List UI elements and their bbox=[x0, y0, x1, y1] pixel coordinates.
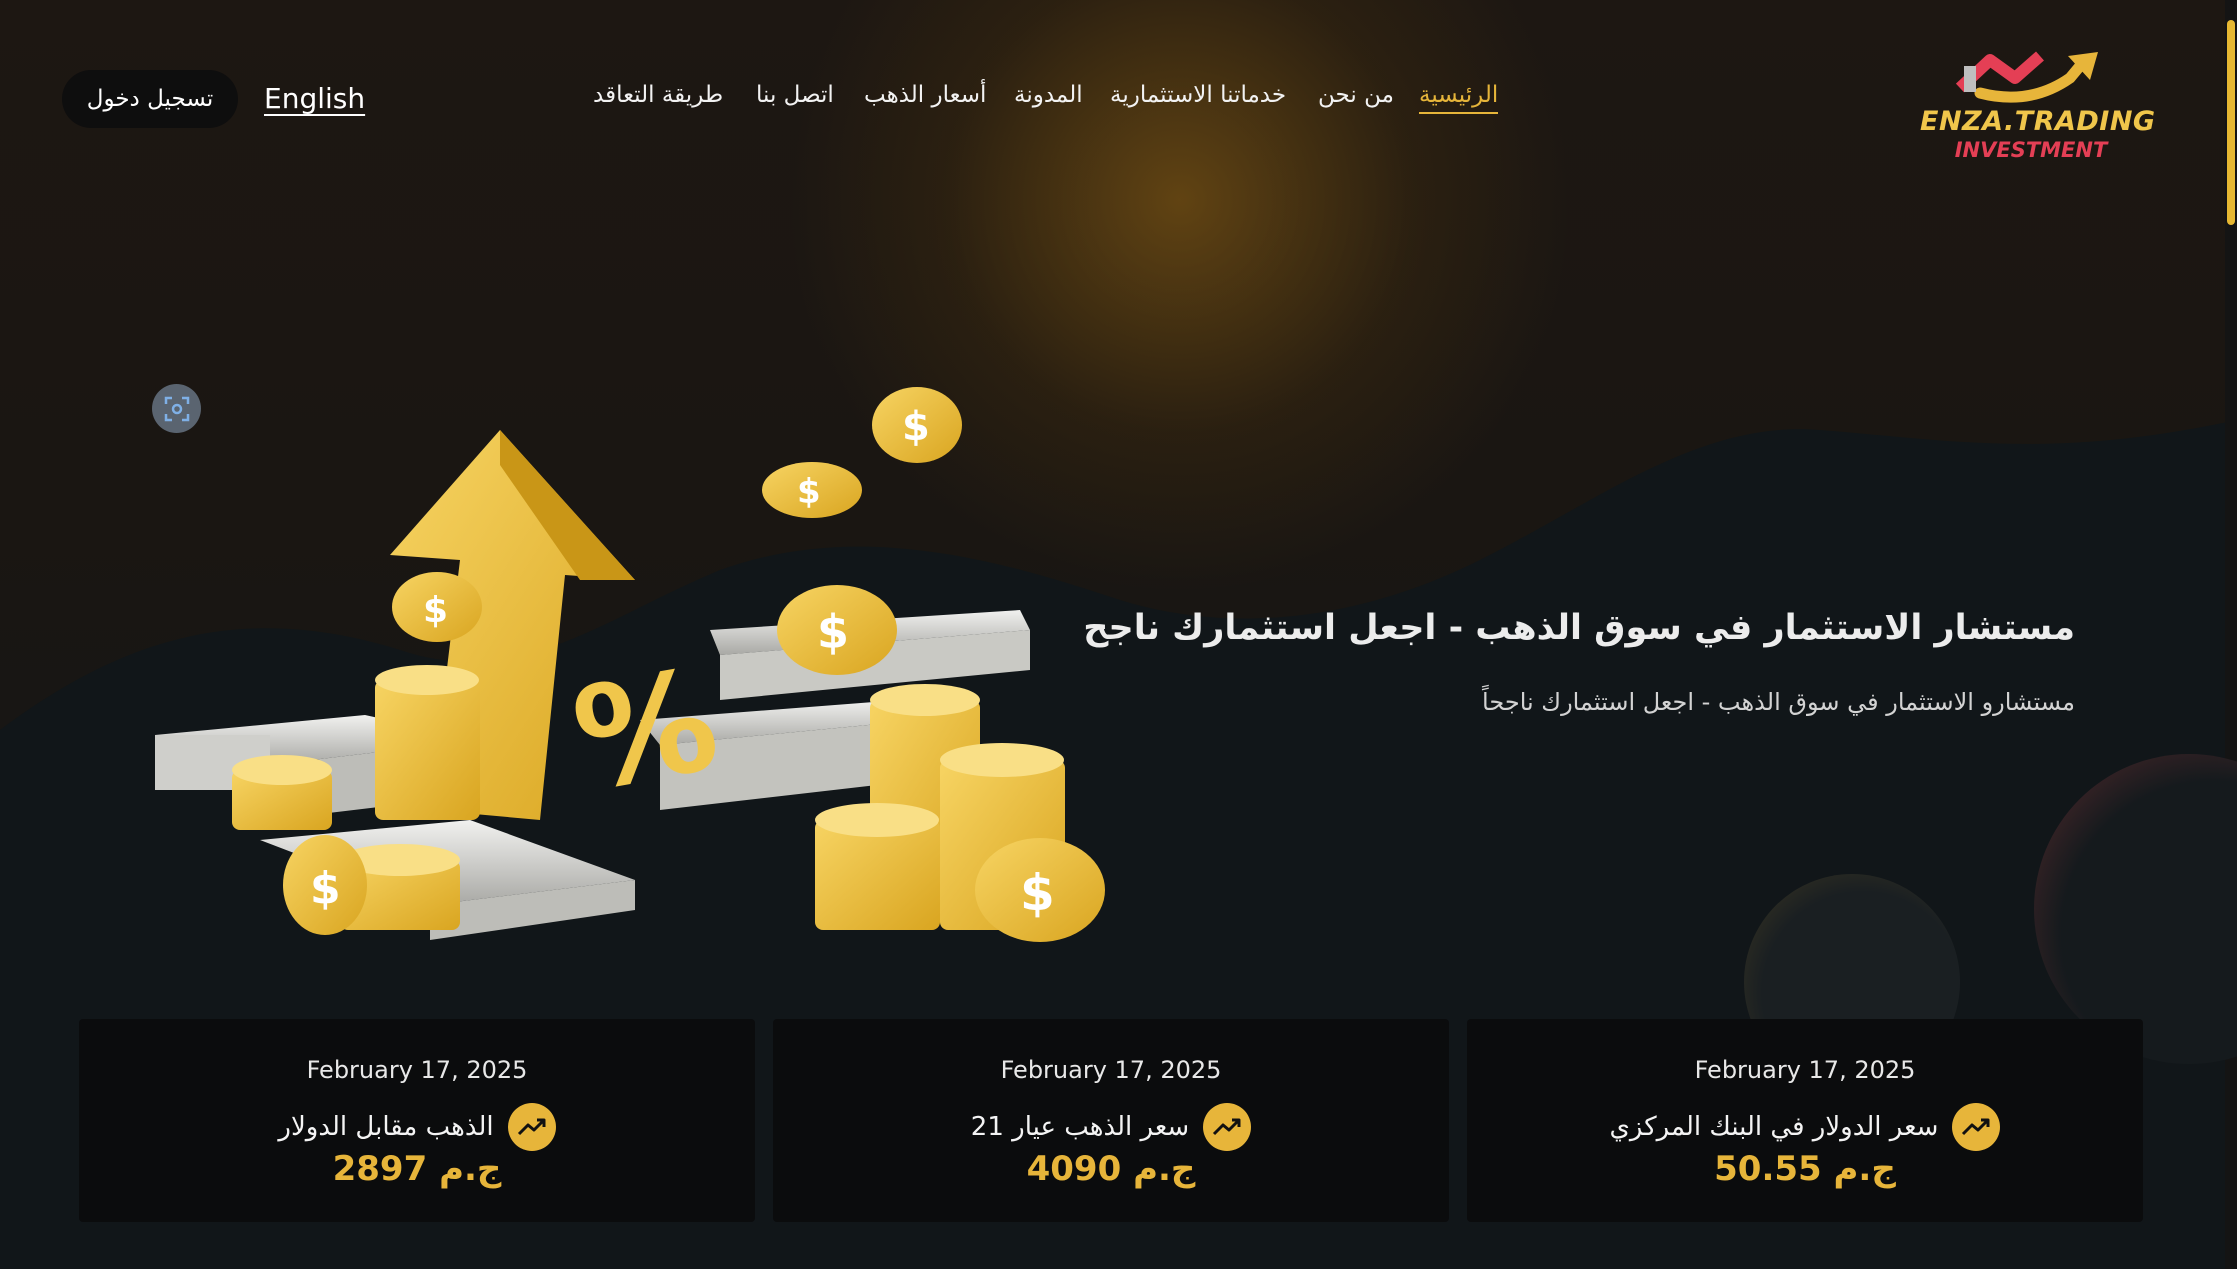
hero-subtitle: مستشارو الاستثمار في سوق الذهب - اجعل اس… bbox=[1482, 688, 2075, 716]
scrollbar-track[interactable] bbox=[2225, 0, 2237, 1269]
card-label-row: سعر الذهب عيار 21 bbox=[773, 1103, 1449, 1151]
nav-item-about[interactable]: من نحن bbox=[1318, 82, 1394, 108]
logo-subtitle: INVESTMENT bbox=[1954, 138, 2108, 162]
nav-item-contact[interactable]: اتصل بنا bbox=[756, 82, 834, 108]
scrollbar-thumb[interactable] bbox=[2227, 20, 2235, 225]
card-date: February 17, 2025 bbox=[306, 1056, 528, 1084]
card-date: February 17, 2025 bbox=[1694, 1056, 1916, 1084]
price-card-gold-usd: February 17, 2025 الذهب مقابل الدولار 28… bbox=[79, 1019, 755, 1222]
card-label: سعر الذهب عيار 21 bbox=[970, 1112, 1190, 1142]
card-label: سعر الدولار في البنك المركزي bbox=[1609, 1112, 1939, 1142]
trending-up-icon bbox=[507, 1103, 556, 1151]
logo-name: ENZA.TRADING bbox=[1920, 106, 2156, 137]
card-price: 4090 ج.م bbox=[1026, 1149, 1196, 1189]
trending-up-icon bbox=[1203, 1103, 1252, 1151]
hero-title: مستشار الاستثمار في سوق الذهب - اجعل است… bbox=[1083, 608, 2075, 648]
nav-item-gold-prices[interactable]: أسعار الذهب bbox=[864, 82, 986, 108]
trending-up-icon bbox=[1952, 1103, 2001, 1151]
svg-text:$: $ bbox=[1020, 864, 1055, 922]
language-switch-link[interactable]: English bbox=[264, 82, 365, 115]
price-card-gold-21: February 17, 2025 سعر الذهب عيار 21 4090… bbox=[773, 1019, 1449, 1222]
login-button[interactable]: تسجيل دخول bbox=[62, 70, 238, 128]
svg-text:$: $ bbox=[797, 472, 821, 512]
logo-arrow-icon bbox=[1955, 51, 2098, 103]
card-price: 2897 ج.م bbox=[332, 1149, 502, 1189]
svg-text:$: $ bbox=[423, 590, 448, 631]
card-price: 50.55 ج.م bbox=[1714, 1149, 1896, 1189]
gold-investment-illustration: % $ $ $ $ $ $ bbox=[155, 387, 1105, 942]
nav-item-services[interactable]: خدماتنا الاستثمارية bbox=[1110, 82, 1286, 108]
nav-item-home[interactable]: الرئيسية bbox=[1419, 82, 1499, 114]
svg-text:$: $ bbox=[817, 605, 849, 659]
nav-item-contract-method[interactable]: طريقة التعاقد bbox=[593, 82, 723, 108]
card-date: February 17, 2025 bbox=[1000, 1056, 1222, 1084]
svg-text:$: $ bbox=[310, 863, 341, 914]
card-label-row: الذهب مقابل الدولار bbox=[79, 1103, 755, 1151]
card-label-row: سعر الدولار في البنك المركزي bbox=[1467, 1103, 2143, 1151]
svg-text:%: % bbox=[563, 639, 729, 824]
site-logo[interactable]: ENZA.TRADING INVESTMENT bbox=[1920, 48, 2156, 166]
price-card-usd-central-bank: February 17, 2025 سعر الدولار في البنك ا… bbox=[1467, 1019, 2143, 1222]
nav-item-blog[interactable]: المدونة bbox=[1014, 82, 1083, 108]
svg-text:$: $ bbox=[902, 404, 930, 450]
card-label: الذهب مقابل الدولار bbox=[278, 1112, 494, 1142]
